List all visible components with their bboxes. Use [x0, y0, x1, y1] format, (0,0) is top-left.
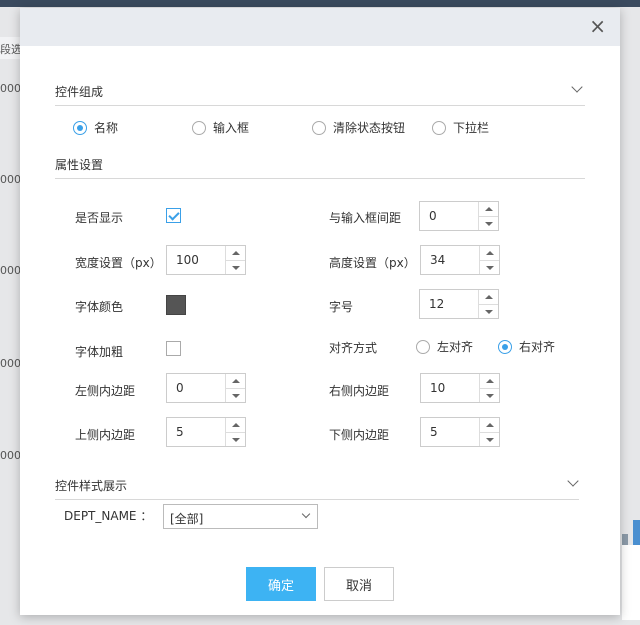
decrement-icon[interactable]: [479, 305, 498, 319]
radio-label: 名称: [94, 121, 119, 135]
properties-section-header: 属性设置: [55, 156, 585, 180]
width-label: 宽度设置（px）: [75, 256, 162, 270]
chevron-down-icon: [301, 509, 311, 519]
font-size-stepper[interactable]: [419, 289, 499, 319]
radio-label: 输入框: [213, 121, 250, 135]
bold-checkbox[interactable]: [166, 341, 181, 356]
app-top-bar: [0, 0, 640, 7]
divider: [55, 178, 585, 179]
increment-icon[interactable]: [480, 374, 499, 389]
radio-name[interactable]: 名称: [73, 119, 118, 136]
section-title: 属性设置: [55, 158, 104, 172]
radio-circle: [498, 339, 512, 354]
cancel-button[interactable]: 取消: [324, 567, 394, 601]
bottom-padding-input[interactable]: [421, 418, 479, 446]
bottom-padding-label: 下侧内边距: [329, 428, 390, 442]
preview-section-header[interactable]: 控件样式展示: [55, 475, 579, 501]
decrement-icon[interactable]: [226, 261, 245, 275]
radio-circle: [416, 339, 430, 354]
preview-field-label: DEPT_NAME ：: [64, 509, 153, 523]
radio-circle: [312, 120, 326, 135]
increment-icon[interactable]: [226, 374, 245, 389]
radio-circle: [192, 120, 206, 135]
right-padding-label: 右侧内边距: [329, 384, 390, 398]
background-chart-bar: [633, 520, 640, 548]
decrement-icon[interactable]: [226, 389, 245, 403]
increment-icon[interactable]: [479, 290, 498, 305]
dept-name-select[interactable]: [全部]: [163, 504, 318, 529]
left-padding-input[interactable]: [167, 374, 225, 402]
radio-dropdown[interactable]: 下拉栏: [432, 119, 489, 136]
height-label: 高度设置（px）: [329, 256, 416, 270]
radio-label: 下拉栏: [453, 121, 490, 135]
right-padding-stepper[interactable]: [420, 373, 500, 403]
radio-label: 清除状态按钮: [333, 121, 406, 135]
decrement-icon[interactable]: [480, 433, 499, 447]
align-label: 对齐方式: [329, 341, 378, 355]
radio-align-right[interactable]: 右对齐: [498, 338, 555, 355]
decrement-icon[interactable]: [480, 389, 499, 403]
settings-dialog: × 控件组成 名称 输入框 清除状态按钮 下拉栏 属性设置 是否显示 与输入框间…: [20, 8, 620, 615]
height-input[interactable]: [421, 246, 479, 274]
component-section-header[interactable]: 控件组成: [55, 81, 585, 107]
bottom-padding-stepper[interactable]: [420, 417, 500, 447]
background-label: 段选: [0, 43, 22, 56]
bold-label: 字体加粗: [75, 345, 124, 359]
radio-circle: [73, 120, 87, 135]
increment-icon[interactable]: [480, 418, 499, 433]
input-gap-label: 与输入框间距: [329, 211, 402, 225]
section-title: 控件样式展示: [55, 479, 128, 493]
radio-circle: [432, 120, 446, 135]
radio-input-box[interactable]: 输入框: [192, 119, 249, 136]
font-color-label: 字体颜色: [75, 300, 124, 314]
increment-icon[interactable]: [480, 246, 499, 261]
chevron-down-icon[interactable]: [571, 81, 583, 93]
select-value: [全部]: [170, 512, 204, 526]
increment-icon[interactable]: [479, 202, 498, 217]
left-padding-stepper[interactable]: [166, 373, 246, 403]
font-size-label: 字号: [329, 300, 354, 314]
show-label: 是否显示: [75, 211, 124, 225]
decrement-icon[interactable]: [226, 433, 245, 447]
divider: [55, 499, 579, 500]
radio-align-left[interactable]: 左对齐: [416, 338, 473, 355]
close-icon[interactable]: ×: [589, 16, 606, 36]
radio-label: 左对齐: [437, 340, 474, 354]
show-checkbox[interactable]: [166, 208, 181, 223]
font-size-input[interactable]: [420, 290, 478, 318]
section-title: 控件组成: [55, 85, 104, 99]
radio-label: 右对齐: [519, 340, 556, 354]
background-panel: [622, 545, 640, 620]
chevron-down-icon[interactable]: [567, 475, 579, 487]
decrement-icon[interactable]: [480, 261, 499, 275]
radio-clear-button[interactable]: 清除状态按钮: [312, 119, 405, 136]
top-padding-stepper[interactable]: [166, 417, 246, 447]
left-padding-label: 左侧内边距: [75, 384, 136, 398]
height-stepper[interactable]: [420, 245, 500, 275]
confirm-button[interactable]: 确定: [246, 567, 316, 601]
decrement-icon[interactable]: [479, 217, 498, 231]
divider: [55, 105, 585, 106]
top-padding-input[interactable]: [167, 418, 225, 446]
input-gap-stepper[interactable]: [419, 201, 499, 231]
font-color-swatch[interactable]: [166, 295, 186, 315]
right-padding-input[interactable]: [421, 374, 479, 402]
width-stepper[interactable]: [166, 245, 246, 275]
increment-icon[interactable]: [226, 418, 245, 433]
input-gap-input[interactable]: [420, 202, 478, 230]
top-padding-label: 上侧内边距: [75, 428, 136, 442]
width-input[interactable]: [167, 246, 225, 274]
dialog-header: ×: [20, 8, 620, 46]
increment-icon[interactable]: [226, 246, 245, 261]
